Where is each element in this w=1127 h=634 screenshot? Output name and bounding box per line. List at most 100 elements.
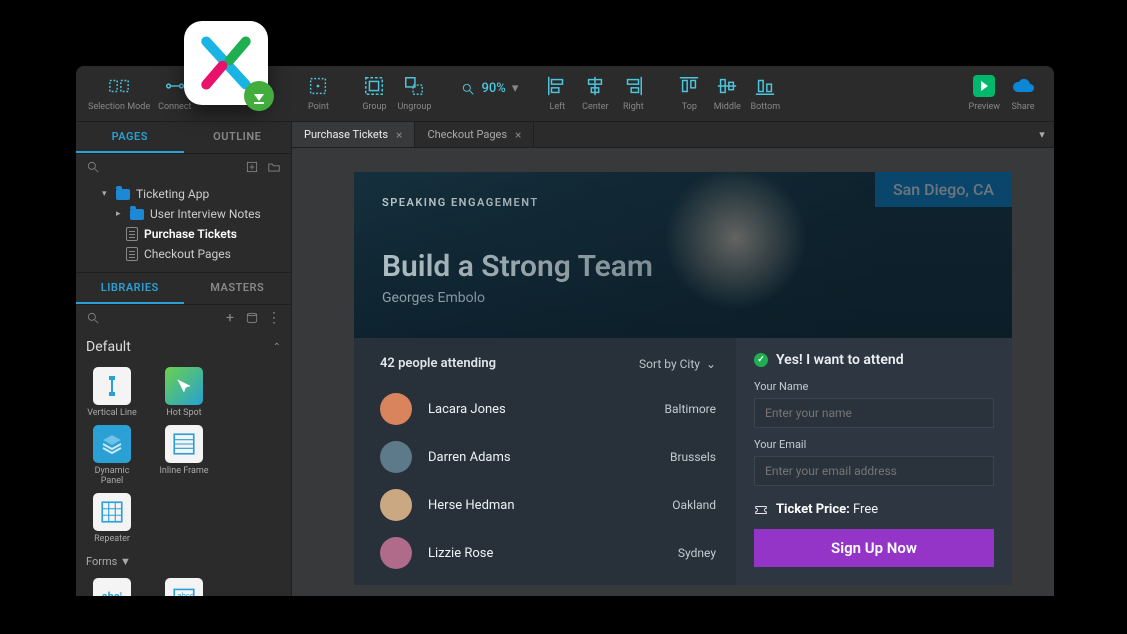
point-label: Point [308, 102, 329, 112]
share-button[interactable]: Share [1004, 75, 1042, 112]
preview-label: Preview [969, 102, 1000, 112]
align-bottom-icon [754, 75, 776, 97]
document-tabs: Purchase Tickets× Checkout Pages × ▾ [292, 122, 1054, 148]
ungroup-label: Ungroup [397, 102, 431, 112]
tab-pages[interactable]: PAGES [76, 122, 184, 153]
sort-label: Sort by City [639, 357, 700, 371]
attendee-name: Lizzie Rose [428, 546, 662, 561]
point-button[interactable]: Point [299, 75, 337, 112]
widget-repeater[interactable]: Repeater [84, 493, 140, 545]
attendee-city: Sydney [678, 546, 716, 560]
group-label: Group [362, 102, 386, 112]
search-icon [461, 82, 475, 96]
signup-form: ✓ Yes! I want to attend Your Name Your Em… [736, 338, 1012, 585]
attendee-row[interactable]: Lacara Jones Baltimore [380, 385, 716, 433]
align-right-button[interactable]: Right [614, 75, 652, 112]
tabs-menu-button[interactable]: ▾ [1030, 122, 1054, 147]
align-top-icon [678, 75, 700, 97]
preview-button[interactable]: Preview [965, 75, 1004, 112]
close-icon[interactable]: × [396, 128, 402, 142]
chevron-down-icon: ▾ [512, 81, 519, 96]
download-badge-icon [244, 81, 274, 111]
tree-page-purchase[interactable]: Purchase Tickets [76, 224, 291, 244]
widget-label: Vertical Line [87, 409, 137, 419]
forms-section[interactable]: Forms ▼ [76, 549, 291, 574]
widget-label: Inline Frame [159, 467, 208, 477]
canvas[interactable]: SPEAKING ENGAGEMENT Build a Strong Team … [292, 148, 1054, 596]
tree-page-checkout[interactable]: Checkout Pages [76, 244, 291, 264]
hotspot-icon [165, 367, 203, 405]
align-top-label: Top [682, 102, 697, 112]
library-name: Default [86, 339, 131, 355]
prototype-frame: SPEAKING ENGAGEMENT Build a Strong Team … [354, 172, 1012, 585]
speaker-name: Georges Embolo [382, 290, 984, 306]
selection-icon [108, 75, 130, 97]
widget-vertical-line[interactable]: Vertical Line [84, 367, 140, 419]
group-button[interactable]: Group [355, 75, 393, 112]
attendee-row[interactable]: Herse Hedman Oakland [380, 481, 716, 529]
signup-button[interactable]: Sign Up Now [754, 529, 994, 567]
lib-add-icon[interactable]: + [223, 311, 237, 325]
hero-title: Build a Strong Team [382, 249, 984, 284]
ungroup-icon [403, 75, 425, 97]
app-window: Selection Mode Connect Point Group Ungro… [76, 66, 1054, 596]
attendee-name: Lacara Jones [428, 402, 649, 417]
widget-hotspot[interactable]: Hot Spot [156, 367, 212, 419]
lib-import-icon[interactable] [245, 311, 259, 325]
attendee-city: Baltimore [665, 402, 716, 416]
attendee-city: Brussels [670, 450, 716, 464]
library-select[interactable]: Default ⌃ [76, 331, 291, 363]
widget-form-2[interactable]: abcd [156, 578, 212, 596]
form-headline: Yes! I want to attend [776, 352, 904, 368]
name-label: Your Name [754, 380, 994, 393]
lib-search-icon[interactable] [86, 311, 100, 325]
tree-folder-notes[interactable]: ▸User Interview Notes [76, 204, 291, 224]
widget-form-1[interactable]: abc| [84, 578, 140, 596]
hero-section: SPEAKING ENGAGEMENT Build a Strong Team … [354, 172, 1012, 338]
align-top-button[interactable]: Top [670, 75, 708, 112]
folder-icon [130, 209, 144, 220]
widget-label: Repeater [94, 535, 130, 545]
sort-dropdown[interactable]: Sort by City⌄ [639, 357, 716, 371]
close-icon[interactable]: × [515, 128, 521, 142]
check-circle-icon: ✓ [754, 353, 768, 367]
doc-tab-label: Checkout Pages [427, 128, 507, 141]
tab-masters[interactable]: MASTERS [184, 273, 292, 304]
point-icon [307, 75, 329, 97]
tab-libraries[interactable]: LIBRARIES [76, 273, 184, 304]
share-label: Share [1012, 102, 1035, 112]
ticket-icon [754, 503, 768, 517]
widget-inline-frame[interactable]: Inline Frame [156, 425, 212, 487]
tab-outline[interactable]: OUTLINE [184, 122, 292, 153]
align-center-button[interactable]: Center [576, 75, 614, 112]
widget-label: Hot Spot [166, 409, 201, 419]
tree-folder-root[interactable]: ▾Ticketing App [76, 184, 291, 204]
location-tag: San Diego, CA [875, 172, 1012, 207]
left-panel: PAGES OUTLINE ▾Ticketing App ▸User Inter… [76, 122, 292, 596]
align-center-label: Center [582, 102, 608, 112]
name-input[interactable] [754, 398, 994, 428]
add-folder-icon[interactable] [267, 160, 281, 174]
doc-tab-checkout[interactable]: Checkout Pages × [415, 122, 534, 147]
connect-label: Connect [158, 102, 191, 112]
pages-tree: ▾Ticketing App ▸User Interview Notes Pur… [76, 180, 291, 272]
pages-search-icon[interactable] [86, 160, 100, 174]
align-middle-label: Middle [714, 102, 741, 112]
svg-text:abcd: abcd [178, 591, 195, 596]
ungroup-button[interactable]: Ungroup [393, 75, 435, 112]
zoom-control[interactable]: 90% ▾ [461, 81, 518, 96]
add-page-icon[interactable] [245, 160, 259, 174]
align-bottom-button[interactable]: Bottom [746, 75, 784, 112]
email-input[interactable] [754, 456, 994, 486]
attendee-row[interactable]: Lizzie Rose Sydney [380, 529, 716, 577]
email-label: Your Email [754, 438, 994, 451]
doc-tab-purchase[interactable]: Purchase Tickets× [292, 122, 415, 147]
align-left-button[interactable]: Left [538, 75, 576, 112]
widget-dynamic-panel[interactable]: Dynamic Panel [84, 425, 140, 487]
avatar [380, 489, 412, 521]
selection-mode-button[interactable]: Selection Mode [84, 75, 154, 112]
attendee-row[interactable]: Darren Adams Brussels [380, 433, 716, 481]
align-middle-button[interactable]: Middle [708, 75, 746, 112]
lib-more-icon[interactable]: ⋮ [267, 311, 281, 325]
group-icon [363, 75, 385, 97]
